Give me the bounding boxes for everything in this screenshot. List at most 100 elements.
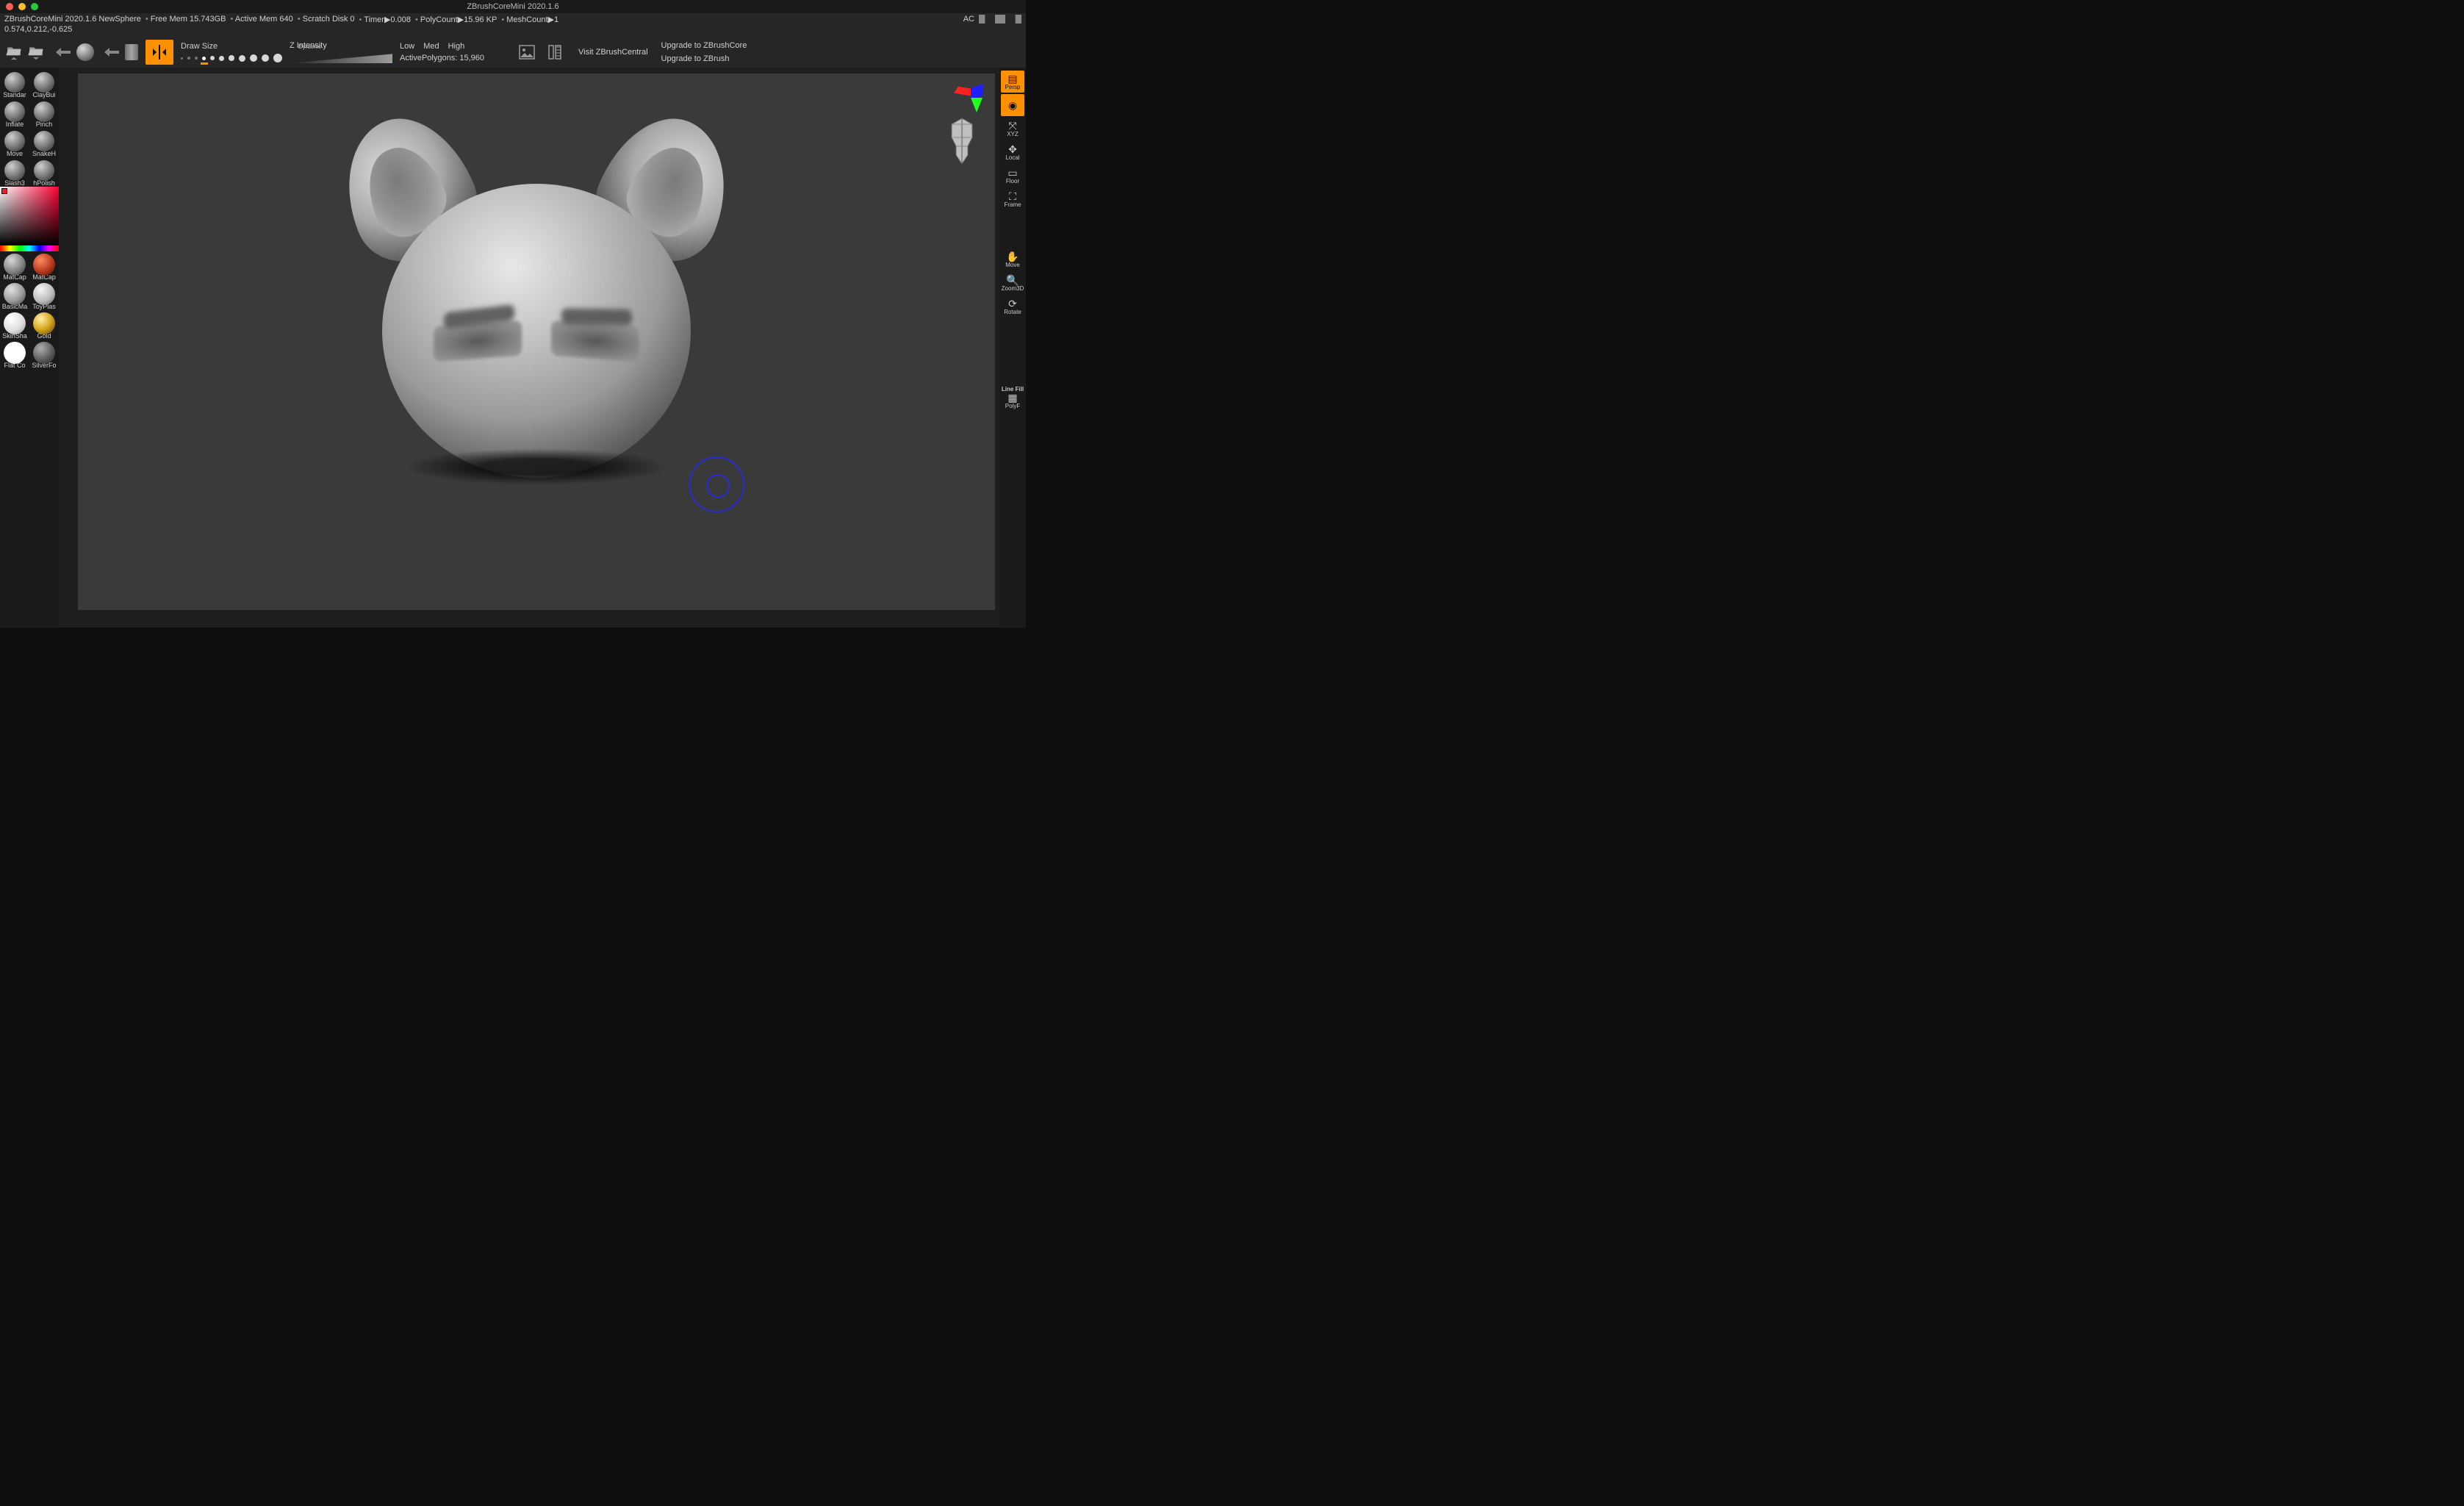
- resolution-high-button[interactable]: High: [448, 42, 465, 51]
- material-gold[interactable]: Gold: [29, 310, 59, 340]
- linefill-button[interactable]: Line Fill ▦ PolyF: [1001, 387, 1024, 409]
- save-file-button[interactable]: [26, 42, 46, 62]
- minimize-window-button[interactable]: [18, 3, 26, 10]
- zoom-icon: 🔍: [1006, 275, 1019, 285]
- brush-inflate[interactable]: Inflate: [0, 98, 29, 128]
- material-icon: [4, 342, 26, 364]
- load-primitive2-button[interactable]: [101, 42, 122, 62]
- zoom3d-button[interactable]: 🔍 Zoom3D: [1001, 272, 1024, 294]
- xyz-icon: ⤧: [1008, 121, 1016, 131]
- layout-icon-1[interactable]: [979, 15, 989, 24]
- symmetry-button[interactable]: [146, 40, 173, 65]
- cursor-coordinates: 0.574,0.212,-0.625: [4, 25, 72, 34]
- viewport-area: [59, 68, 999, 628]
- brush-grid: StandarClayBuiInflatePinchMoveSnakeHSlas…: [0, 69, 59, 187]
- brush-hpolish[interactable]: hPolish: [29, 157, 59, 187]
- close-window-button[interactable]: [6, 3, 13, 10]
- persp-button[interactable]: ▤ Persp: [1001, 71, 1024, 93]
- status-ac-label: AC: [963, 15, 974, 24]
- brush-icon: [34, 131, 54, 151]
- material-basicma[interactable]: BasicMa: [0, 281, 29, 310]
- status-active-mem: Active Mem 640: [231, 15, 293, 24]
- z-intensity-slider[interactable]: [290, 53, 392, 63]
- status-timer: Timer▶0.008: [359, 15, 411, 24]
- status-meshcount: MeshCount▶1: [501, 15, 558, 24]
- frame-button[interactable]: ⛶ Frame: [1001, 188, 1024, 210]
- brush-icon: [34, 72, 54, 93]
- brush-slash3[interactable]: Slash3: [0, 157, 29, 187]
- frame-icon: ⛶: [1009, 191, 1016, 201]
- material-silverfo[interactable]: SilverFo: [29, 340, 59, 369]
- layout-icon-3[interactable]: [1011, 15, 1021, 24]
- local-icon: ✥: [1008, 144, 1017, 154]
- material-flatco[interactable]: Flat Co: [0, 340, 29, 369]
- orbit-button[interactable]: ◉: [1001, 94, 1024, 116]
- color-picker[interactable]: [0, 187, 59, 245]
- 3dprint-export-icon[interactable]: [545, 42, 565, 62]
- rotate-button[interactable]: ⟳ Rotate: [1001, 295, 1024, 318]
- brush-standar[interactable]: Standar: [0, 69, 29, 98]
- image-export-icon[interactable]: [517, 42, 537, 62]
- traffic-lights: [6, 3, 38, 10]
- material-grid: MatCapMatCapBasicMaToyPlasSkinShaGoldFla…: [0, 251, 59, 369]
- upgrade-zbrush-link[interactable]: Upgrade to ZBrush: [661, 54, 747, 63]
- floor-button[interactable]: ▭ Floor: [1001, 165, 1024, 187]
- status-icons: [979, 15, 1021, 24]
- resolution-med-button[interactable]: Med: [423, 42, 439, 51]
- local-button[interactable]: ✥ Local: [1001, 141, 1024, 163]
- brush-icon: [4, 101, 25, 122]
- load-primitive-button[interactable]: [53, 42, 73, 62]
- draw-size-slider[interactable]: [181, 54, 282, 62]
- mesh-shadow: [404, 448, 669, 485]
- material-icon: [33, 283, 55, 305]
- move-button[interactable]: ✋ Move: [1001, 248, 1024, 270]
- brush-icon: [34, 160, 54, 181]
- material-toyplas[interactable]: ToyPlas: [29, 281, 59, 310]
- material-icon: [4, 283, 26, 305]
- open-file-button[interactable]: [4, 42, 24, 62]
- coord-bar: 0.574,0.212,-0.625: [0, 25, 1026, 37]
- status-polycount: PolyCount▶15.96 KP: [415, 15, 497, 24]
- brush-pinch[interactable]: Pinch: [29, 98, 59, 128]
- status-bar: ZBrushCoreMini 2020.1.6 NewSphere Free M…: [0, 13, 1026, 25]
- material-matcap[interactable]: MatCap: [29, 251, 59, 281]
- xyz-button[interactable]: ⤧ XYZ: [1001, 118, 1024, 140]
- brush-cursor-icon: [689, 456, 744, 512]
- status-free-mem: Free Mem 15.743GB: [146, 15, 226, 24]
- material-icon: [33, 342, 55, 364]
- visit-zbrushcentral-link[interactable]: Visit ZBrushCentral: [572, 48, 654, 57]
- right-toolbar: ▤ Persp ◉ ⤧ XYZ ✥ Local ▭ Floor ⛶ Frame …: [999, 68, 1026, 628]
- material-icon: [4, 254, 26, 276]
- brush-icon: [4, 72, 25, 93]
- camera-head-gizmo[interactable]: [941, 115, 983, 173]
- upgrade-zbrushcore-link[interactable]: Upgrade to ZBrushCore: [661, 41, 747, 50]
- material-icon: [4, 312, 26, 334]
- layout-icon-2[interactable]: [995, 15, 1005, 24]
- sphere-primitive-icon[interactable]: [76, 43, 94, 61]
- rotate-icon: ⟳: [1008, 298, 1017, 309]
- axis-y-icon: [971, 98, 983, 112]
- left-panel: StandarClayBuiInflatePinchMoveSnakeHSlas…: [0, 68, 59, 628]
- material-icon: [33, 312, 55, 334]
- orbit-icon: ◉: [1008, 100, 1017, 110]
- material-matcap[interactable]: MatCap: [0, 251, 29, 281]
- hue-strip[interactable]: [0, 245, 59, 251]
- brush-move[interactable]: Move: [0, 128, 29, 157]
- top-toolbar: Draw Size Dynamic Z Intensity Low Med Hi…: [0, 37, 1026, 68]
- mesh-eye-left: [434, 320, 522, 362]
- sculpted-mesh: [382, 184, 691, 478]
- brush-icon: [4, 131, 25, 151]
- brush-claybui[interactable]: ClayBui: [29, 69, 59, 98]
- window-title: ZBrushCoreMini 2020.1.6: [467, 2, 558, 11]
- viewport-canvas[interactable]: [78, 73, 995, 610]
- fullscreen-window-button[interactable]: [31, 3, 38, 10]
- material-skinsha[interactable]: SkinSha: [0, 310, 29, 340]
- brush-snakeh[interactable]: SnakeH: [29, 128, 59, 157]
- color-picker-selection: [1, 188, 7, 194]
- cylinder-primitive-icon[interactable]: [125, 44, 138, 60]
- resolution-low-button[interactable]: Low: [400, 42, 414, 51]
- status-scratch: Scratch Disk 0: [298, 15, 355, 24]
- material-icon: [33, 254, 55, 276]
- draw-size-control: Draw Size: [181, 42, 282, 62]
- main-area: StandarClayBuiInflatePinchMoveSnakeHSlas…: [0, 68, 1026, 628]
